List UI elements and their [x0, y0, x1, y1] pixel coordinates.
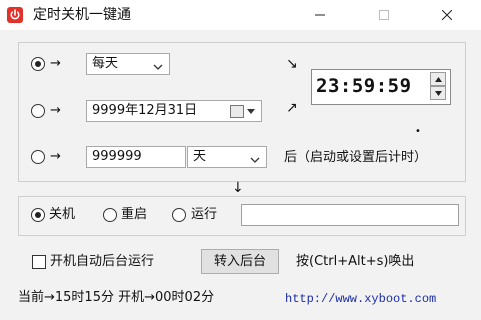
time-spin-down[interactable]: [430, 86, 446, 100]
countdown-number-field[interactable]: 999999: [86, 146, 186, 168]
arrow-up-right-icon: ↗: [286, 100, 298, 116]
arrow-down-right-icon: ↘: [286, 56, 298, 72]
daily-combo-value: 每天: [92, 56, 119, 71]
daily-combo[interactable]: 每天: [86, 53, 170, 75]
restart-label: 重启: [121, 207, 148, 222]
hotkey-hint: 按(Ctrl+Alt+s)唤出: [296, 254, 415, 269]
website-link[interactable]: http://www.xyboot.com: [285, 291, 436, 307]
background-button[interactable]: 转入后台: [201, 249, 279, 274]
autostart-checkbox[interactable]: [32, 255, 46, 269]
time-spin-up[interactable]: [430, 72, 446, 86]
status-text: 当前→15时15分 开机→00时02分: [18, 290, 215, 305]
shutdown-radio[interactable]: [31, 208, 45, 222]
row1-arrow: →: [50, 56, 61, 71]
shutdown-label: 关机: [49, 207, 76, 222]
date-dropdown-icon[interactable]: [247, 107, 256, 116]
calendar-icon[interactable]: [230, 105, 244, 118]
restart-radio[interactable]: [103, 208, 117, 222]
countdown-radio[interactable]: [31, 150, 45, 164]
countdown-unit-combo[interactable]: 天: [187, 146, 267, 168]
title-bar: 定时关机一键通: [0, 0, 481, 30]
time-value: 23:59:59: [316, 75, 412, 97]
date-value: 9999年12月31日: [92, 103, 198, 118]
date-radio[interactable]: [31, 104, 45, 118]
triangle-up-icon: [434, 76, 442, 82]
close-button[interactable]: [424, 0, 470, 30]
triangle-down-icon: [434, 90, 442, 96]
window-title: 定时关机一键通: [33, 7, 131, 23]
row2-arrow: →: [50, 103, 61, 118]
run-radio[interactable]: [172, 208, 186, 222]
power-app-icon: [7, 7, 23, 23]
app-window: 定时关机一键通 → 每天 → 9999年12月31日 → 999999 天 后（…: [0, 0, 481, 320]
chevron-down-icon: [250, 152, 260, 172]
chevron-down-icon: [153, 59, 163, 79]
dot-marker: •: [415, 126, 421, 137]
minimize-icon: [315, 14, 325, 16]
run-label: 运行: [191, 207, 218, 222]
countdown-hint: 后（启动或设置后计时）: [284, 150, 428, 165]
maximize-icon: [379, 10, 389, 20]
daily-radio[interactable]: [31, 57, 45, 71]
row3-arrow: →: [50, 149, 61, 164]
countdown-number-value: 999999: [92, 149, 142, 164]
countdown-unit-value: 天: [193, 149, 207, 164]
autostart-label: 开机自动后台运行: [50, 254, 155, 269]
close-icon: [442, 10, 452, 20]
arrow-down-icon: ↓: [232, 180, 244, 196]
minimize-button[interactable]: [297, 0, 343, 30]
run-program-input[interactable]: [241, 204, 459, 226]
maximize-button[interactable]: [361, 0, 407, 30]
